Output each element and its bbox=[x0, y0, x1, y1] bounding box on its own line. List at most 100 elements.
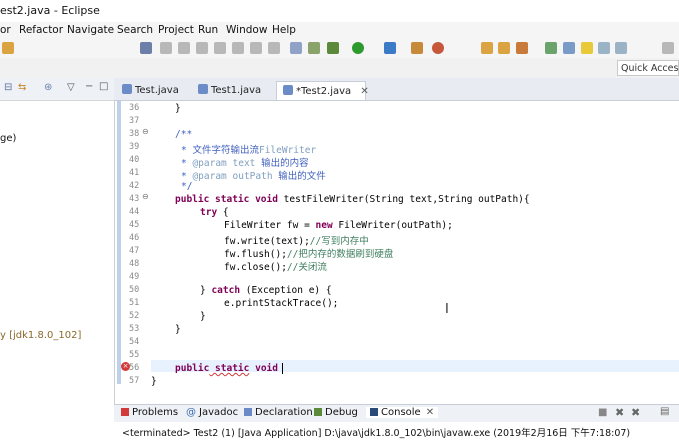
perspective-icon[interactable] bbox=[662, 42, 674, 54]
problems-icon bbox=[121, 408, 129, 416]
tree-item-jre[interactable]: y [jdk1.8.0_102] bbox=[0, 330, 81, 341]
java-file-icon bbox=[283, 85, 293, 95]
at-icon: @ bbox=[186, 407, 196, 418]
step-over-icon[interactable] bbox=[232, 42, 244, 54]
package-explorer bbox=[0, 78, 115, 405]
line-number: 38 bbox=[129, 129, 140, 139]
line-number: 41 bbox=[129, 168, 140, 178]
open-type-icon[interactable] bbox=[481, 42, 493, 54]
resume-icon[interactable] bbox=[160, 42, 172, 54]
code-line: FileWriter fw = new FileWriter(outPath); bbox=[224, 220, 453, 231]
external-tools-icon[interactable] bbox=[384, 42, 396, 54]
code-line: fw.close();//关闭流 bbox=[224, 262, 327, 273]
code-line: } bbox=[200, 311, 206, 322]
open-task-icon[interactable] bbox=[498, 42, 510, 54]
console-panel[interactable]: <terminated> Test2 (1) [Java Application… bbox=[114, 422, 679, 448]
tree-item-label[interactable]: ge) bbox=[0, 133, 16, 144]
text-cursor-icon: I bbox=[445, 302, 449, 317]
annotation-icon[interactable] bbox=[545, 42, 557, 54]
new-icon[interactable] bbox=[2, 42, 14, 54]
step-return-icon[interactable] bbox=[250, 42, 262, 54]
line-number: 42 bbox=[129, 181, 140, 191]
tab-test2-java[interactable]: *Test2.java ✕ bbox=[276, 81, 369, 100]
menu-project[interactable]: Project bbox=[158, 24, 194, 36]
code-line: public static void bbox=[175, 363, 283, 374]
fold-icon[interactable]: ⊖ bbox=[142, 127, 149, 136]
menu-editor[interactable]: or bbox=[0, 24, 11, 36]
close-icon[interactable]: ✕ bbox=[360, 86, 368, 97]
line-number: 54 bbox=[129, 337, 140, 347]
code-line: */ bbox=[181, 181, 193, 192]
line-number: 50 bbox=[129, 285, 140, 295]
view-menu-icon[interactable]: ▽ bbox=[67, 82, 75, 93]
stop-icon[interactable]: ■ bbox=[598, 407, 607, 418]
focus-icon[interactable]: ⊛ bbox=[44, 82, 52, 93]
code-line: * @param text 输出的内容 bbox=[181, 158, 309, 169]
toggle-highlight-icon[interactable] bbox=[581, 42, 593, 54]
clear-console-icon[interactable]: ▤ bbox=[660, 406, 669, 417]
show-whitespace-icon[interactable] bbox=[615, 42, 627, 54]
step-into-icon[interactable] bbox=[214, 42, 226, 54]
line-number: 44 bbox=[129, 207, 140, 217]
console-status: <terminated> Test2 (1) [Java Application… bbox=[122, 428, 631, 439]
maximize-icon[interactable]: □ bbox=[99, 81, 108, 92]
toolbar bbox=[0, 39, 679, 58]
code-line: } catch (Exception e) { bbox=[200, 285, 332, 296]
close-icon[interactable]: ✕ bbox=[426, 407, 434, 418]
line-number: 39 bbox=[129, 142, 140, 152]
block-select-icon[interactable] bbox=[598, 42, 610, 54]
remove-all-icon[interactable]: ✖ bbox=[631, 406, 640, 419]
menu-refactor[interactable]: Refactor bbox=[19, 24, 63, 36]
suspend-icon[interactable] bbox=[178, 42, 190, 54]
tab-problems[interactable]: Problems bbox=[121, 407, 178, 418]
error-icon[interactable]: × bbox=[121, 362, 130, 371]
line-number: 49 bbox=[129, 272, 140, 282]
line-number: 40 bbox=[129, 155, 140, 165]
title-bar: est2.java - Eclipse bbox=[0, 0, 679, 22]
perspective-strip bbox=[0, 58, 679, 78]
new-java-project-icon[interactable] bbox=[411, 42, 423, 54]
line-number: 52 bbox=[129, 311, 140, 321]
tab-debug[interactable]: Debug bbox=[314, 407, 358, 418]
quick-access-input[interactable]: Quick Access bbox=[617, 60, 679, 76]
line-number: 53 bbox=[129, 324, 140, 334]
line-number: 36 bbox=[129, 103, 140, 113]
toggle-mark-icon[interactable] bbox=[563, 42, 575, 54]
code-line: public static void testFileWriter(String… bbox=[175, 194, 530, 205]
line-number: 47 bbox=[129, 246, 140, 256]
tab-console[interactable]: Console ✕ bbox=[366, 407, 439, 418]
tab-test1-java[interactable]: Test1.java bbox=[198, 81, 261, 100]
search-icon[interactable] bbox=[516, 42, 528, 54]
java-file-icon bbox=[198, 84, 208, 94]
tab-declaration[interactable]: Declaration bbox=[244, 407, 313, 418]
bug-icon bbox=[314, 408, 322, 416]
window-title: est2.java - Eclipse bbox=[0, 4, 100, 17]
collapse-all-icon[interactable]: ⊟ bbox=[4, 82, 12, 93]
line-number: 45 bbox=[129, 220, 140, 230]
line-number: 48 bbox=[129, 259, 140, 269]
menu-help[interactable]: Help bbox=[272, 24, 296, 36]
new-class-icon[interactable] bbox=[432, 42, 444, 54]
debug-icon[interactable] bbox=[308, 42, 320, 54]
skip-breakpoints-icon[interactable] bbox=[140, 42, 152, 54]
use-step-filters-icon[interactable] bbox=[290, 42, 302, 54]
run-icon[interactable] bbox=[352, 42, 364, 54]
code-line: } bbox=[175, 324, 181, 335]
menu-search[interactable]: Search bbox=[117, 24, 153, 36]
menu-navigate[interactable]: Navigate bbox=[67, 24, 114, 36]
line-number: 43 bbox=[129, 194, 140, 204]
line-number: 57 bbox=[129, 376, 140, 386]
minimize-icon[interactable]: − bbox=[85, 81, 93, 92]
tab-test-java[interactable]: Test.java bbox=[122, 81, 179, 100]
menu-bar: or Refactor Navigate Search Project Run … bbox=[0, 22, 679, 39]
menu-window[interactable]: Window bbox=[226, 24, 267, 36]
menu-run[interactable]: Run bbox=[198, 24, 218, 36]
drop-to-frame-icon[interactable] bbox=[268, 42, 280, 54]
console-icon bbox=[370, 408, 378, 416]
link-editor-icon[interactable]: ⇆ bbox=[18, 82, 26, 93]
terminate-icon[interactable] bbox=[196, 42, 208, 54]
bug-icon[interactable] bbox=[327, 42, 339, 54]
fold-icon[interactable]: ⊖ bbox=[142, 192, 149, 201]
remove-launch-icon[interactable]: ✖ bbox=[615, 406, 624, 419]
tab-javadoc[interactable]: @ Javadoc bbox=[186, 407, 238, 418]
